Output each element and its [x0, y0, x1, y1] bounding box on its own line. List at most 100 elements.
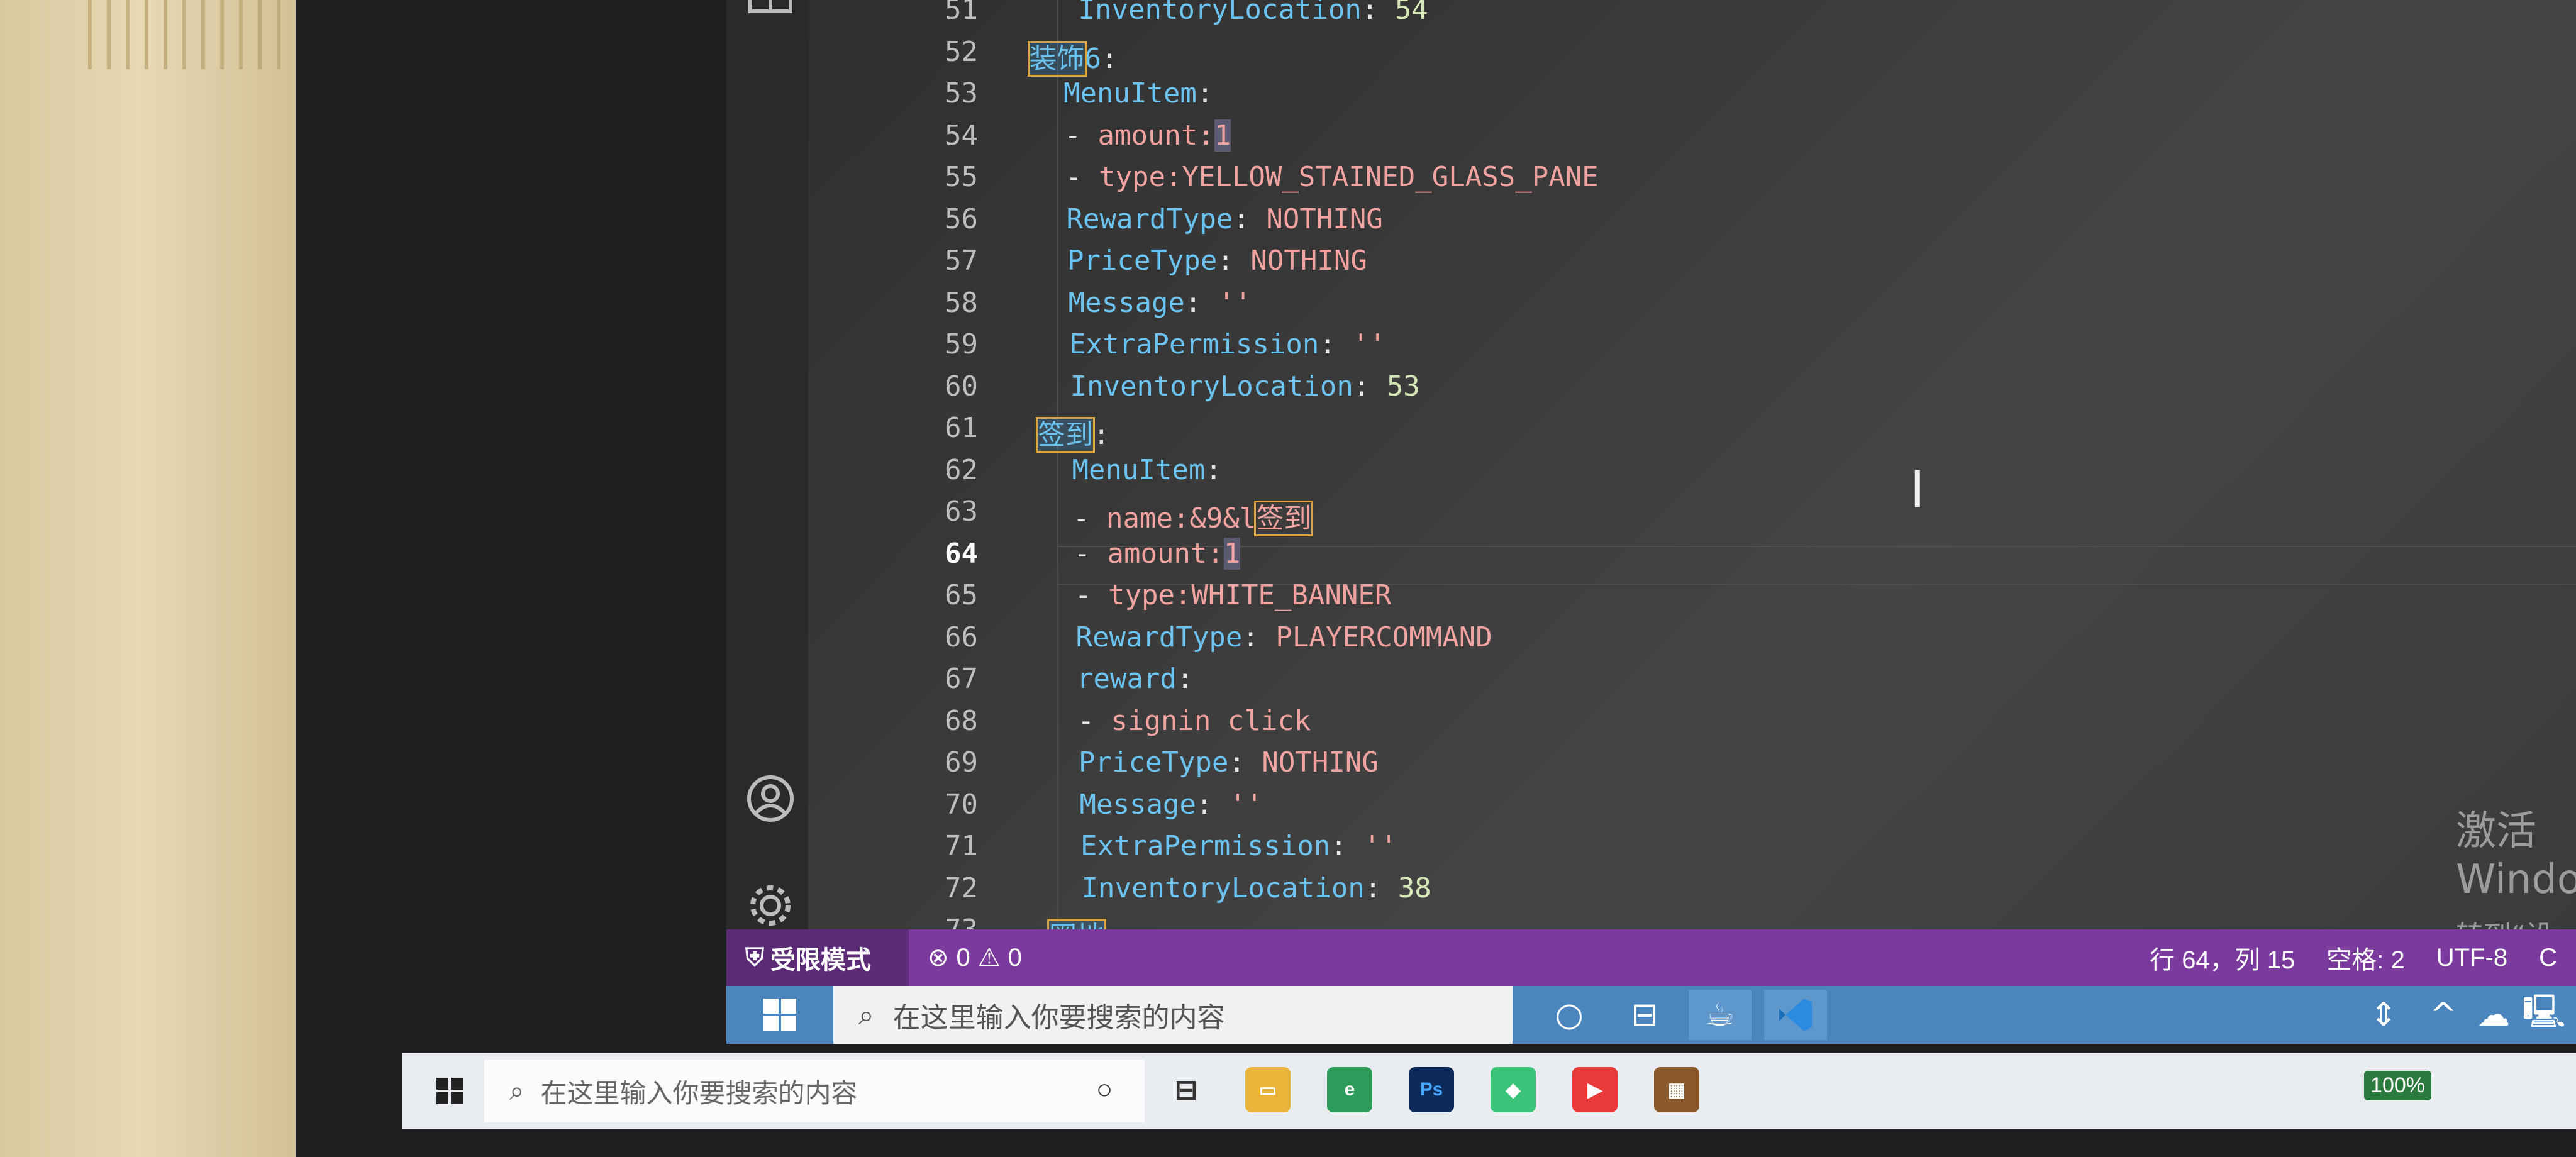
code-line[interactable]: 签到:: [1036, 412, 1110, 453]
warning-count: 0: [1008, 943, 1022, 972]
code-line[interactable]: reward:: [1043, 663, 1193, 695]
status-bar: ⛨ 受限模式 ⊗ 0 ⚠ 0 行 64，列 15 空格: 2 UTF-8 C: [726, 929, 2576, 986]
search-icon: ⌕: [858, 999, 874, 1031]
line-number: 66: [945, 621, 978, 653]
line-number: 59: [945, 328, 978, 360]
code-token: :: [1101, 42, 1118, 75]
line-number: 60: [945, 370, 978, 402]
line-number: 69: [945, 746, 978, 778]
code-line[interactable]: InventoryLocation: 38: [1048, 872, 1431, 904]
cortana-icon[interactable]: ○: [1538, 990, 1601, 1040]
code-token: Message: [1068, 286, 1185, 319]
windows-start-icon[interactable]: [726, 986, 833, 1044]
green-app-icon[interactable]: ◆: [1491, 1067, 1536, 1112]
line-number: 72: [945, 872, 978, 904]
problems-indicator[interactable]: ⊗ 0 ⚠ 0: [928, 929, 1022, 986]
watermark-title: 激活 Windo: [2456, 808, 2576, 903]
code-token: -: [1044, 704, 1111, 737]
battery-indicator[interactable]: 100%: [2364, 1071, 2431, 1100]
file-explorer-icon[interactable]: ▭: [1245, 1067, 1291, 1112]
line-number: 52: [945, 35, 978, 68]
code-token: reward: [1076, 663, 1177, 695]
taskbar-search-box[interactable]: ⌕ 在这里输入你要搜索的内容: [833, 986, 1513, 1044]
network-icon[interactable]: 🖳: [2512, 990, 2575, 1040]
minecraft-icon[interactable]: ▦: [1654, 1067, 1699, 1112]
code-line[interactable]: InventoryLocation: 54: [1028, 0, 1428, 26]
code-editor[interactable]: 51 52 53 54 55 56 57 58 59 60 61 62 63 64 65 66 67 68 69 70…: [808, 0, 2576, 992]
line-number: 53: [945, 77, 978, 109]
settings-gear-icon[interactable]: [745, 880, 796, 931]
code-line[interactable]: ExtraPermission: '': [1047, 830, 1397, 862]
extensions-icon[interactable]: [745, 0, 796, 31]
code-line[interactable]: PriceType: NOTHING: [1045, 746, 1379, 778]
code-token: RewardType: [1075, 621, 1243, 653]
code-line[interactable]: RewardType: NOTHING: [1033, 202, 1382, 235]
code-line[interactable]: PriceType: NOTHING: [1034, 245, 1367, 277]
host-search-box[interactable]: ⌕ 在这里输入你要搜索的内容: [484, 1060, 1145, 1122]
text-cursor-icon: I: [1910, 460, 1925, 519]
restricted-mode-indicator[interactable]: ⛨ 受限模式: [726, 929, 909, 986]
line-number: 61: [945, 412, 978, 444]
code-token: -: [1032, 161, 1099, 193]
error-count: 0: [956, 943, 970, 972]
code-token: 签到: [1036, 417, 1095, 453]
code-line[interactable]: - type:YELLOW_STAINED_GLASS_PANE: [1032, 161, 1599, 193]
code-token: :: [1361, 0, 1395, 26]
code-line[interactable]: - name:&9&l签到: [1040, 495, 1314, 536]
code-token: :: [1196, 788, 1230, 821]
host-cortana-icon[interactable]: ○: [1082, 1067, 1127, 1112]
code-line[interactable]: - amount:1: [1041, 537, 1241, 570]
photoshop-icon[interactable]: Ps: [1409, 1067, 1454, 1112]
code-token: :: [1217, 245, 1251, 277]
code-token: MenuItem: [1072, 453, 1206, 486]
code-line[interactable]: Message: '': [1035, 286, 1251, 319]
warning-icon: ⚠: [977, 944, 1001, 972]
host-start-icon[interactable]: [421, 1053, 478, 1129]
code-token: 54: [1394, 0, 1428, 26]
code-token: '': [1352, 328, 1386, 360]
code-line[interactable]: RewardType: PLAYERCOMMAND: [1043, 621, 1492, 653]
status-overflow[interactable]: C: [2539, 944, 2557, 972]
code-token: 53: [1386, 370, 1420, 402]
code-token: type:YELLOW_STAINED_GLASS_PANE: [1098, 161, 1599, 193]
indentation-setting[interactable]: 空格: 2: [2326, 939, 2404, 976]
code-line[interactable]: - type:WHITE_BANNER: [1041, 579, 1391, 611]
encoding-setting[interactable]: UTF-8: [2436, 944, 2507, 972]
java-app-icon[interactable]: ☕: [1689, 990, 1752, 1040]
code-line[interactable]: Message: '': [1046, 788, 1262, 821]
task-view-icon[interactable]: ⊟: [1613, 990, 1676, 1040]
code-token: :: [1093, 419, 1110, 451]
code-token: MenuItem: [1063, 77, 1197, 109]
code-line[interactable]: InventoryLocation: 53: [1037, 370, 1420, 402]
line-number: 71: [945, 830, 978, 862]
code-token: ExtraPermission: [1069, 328, 1319, 360]
code-token: amount:: [1097, 119, 1214, 152]
code-line[interactable]: MenuItem:: [1030, 77, 1213, 109]
code-line[interactable]: - signin click: [1045, 705, 1311, 737]
host-search-placeholder: 在这里输入你要搜索的内容: [540, 1077, 858, 1109]
wall-pattern: [88, 0, 289, 69]
code-line[interactable]: - amount:1: [1031, 119, 1231, 152]
code-token: '': [1363, 830, 1397, 862]
code-line[interactable]: MenuItem:: [1039, 453, 1221, 486]
code-token: RewardType: [1066, 202, 1233, 235]
account-icon[interactable]: [745, 773, 796, 824]
line-number-gutter: 51 52 53 54 55 56 57 58 59 60 61 62 63 64 65 66 67 68 69 70…: [808, 0, 1009, 956]
cursor-position[interactable]: 行 64，列 15: [2150, 939, 2295, 976]
code-line[interactable]: 装饰6:: [1027, 36, 1118, 77]
code-token: 38: [1397, 872, 1431, 904]
vscode-app-icon[interactable]: [1764, 990, 1827, 1040]
code-token: PriceType: [1078, 746, 1229, 778]
red-app-icon[interactable]: ▶: [1572, 1067, 1618, 1112]
edge-browser-icon[interactable]: e: [1327, 1067, 1372, 1112]
tray-scroll-icon[interactable]: ⇕: [2352, 990, 2415, 1040]
host-task-view-icon[interactable]: ⊟: [1163, 1067, 1209, 1112]
code-line[interactable]: ExtraPermission: '': [1036, 328, 1385, 360]
